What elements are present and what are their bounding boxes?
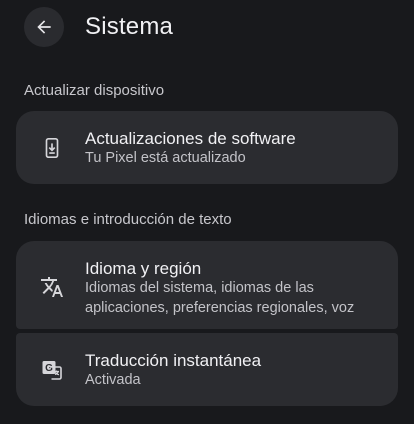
item-subtitle: Tu Pixel está actualizado — [85, 150, 246, 166]
software-updates-item[interactable]: Actualizaciones de software Tu Pixel est… — [16, 111, 398, 184]
item-subtitle: Activada — [85, 372, 141, 388]
item-title: Actualizaciones de software — [85, 129, 296, 148]
arrow-back-icon — [37, 20, 51, 34]
section-label-update: Actualizar dispositivo — [24, 82, 165, 99]
item-subtitle-line2: aplicaciones, preferencias regionales, v… — [85, 300, 355, 316]
back-button[interactable] — [24, 7, 64, 47]
item-subtitle-line1: Idiomas del sistema, idiomas de las — [85, 280, 314, 296]
svg-text:G: G — [45, 363, 53, 374]
page-title: Sistema — [85, 13, 174, 40]
item-title: Traducción instantánea — [85, 351, 262, 370]
system-update-icon — [40, 136, 64, 160]
live-translate-item[interactable]: G Traducción instantánea Activada — [16, 333, 398, 406]
live-translate-icon: G — [40, 358, 64, 382]
app-header: Sistema — [0, 0, 414, 56]
language-region-item[interactable]: Idioma y región Idiomas del sistema, idi… — [16, 241, 398, 329]
translate-icon — [40, 275, 64, 299]
section-label-languages: Idiomas e introducción de texto — [24, 211, 232, 228]
item-title: Idioma y región — [85, 259, 202, 278]
